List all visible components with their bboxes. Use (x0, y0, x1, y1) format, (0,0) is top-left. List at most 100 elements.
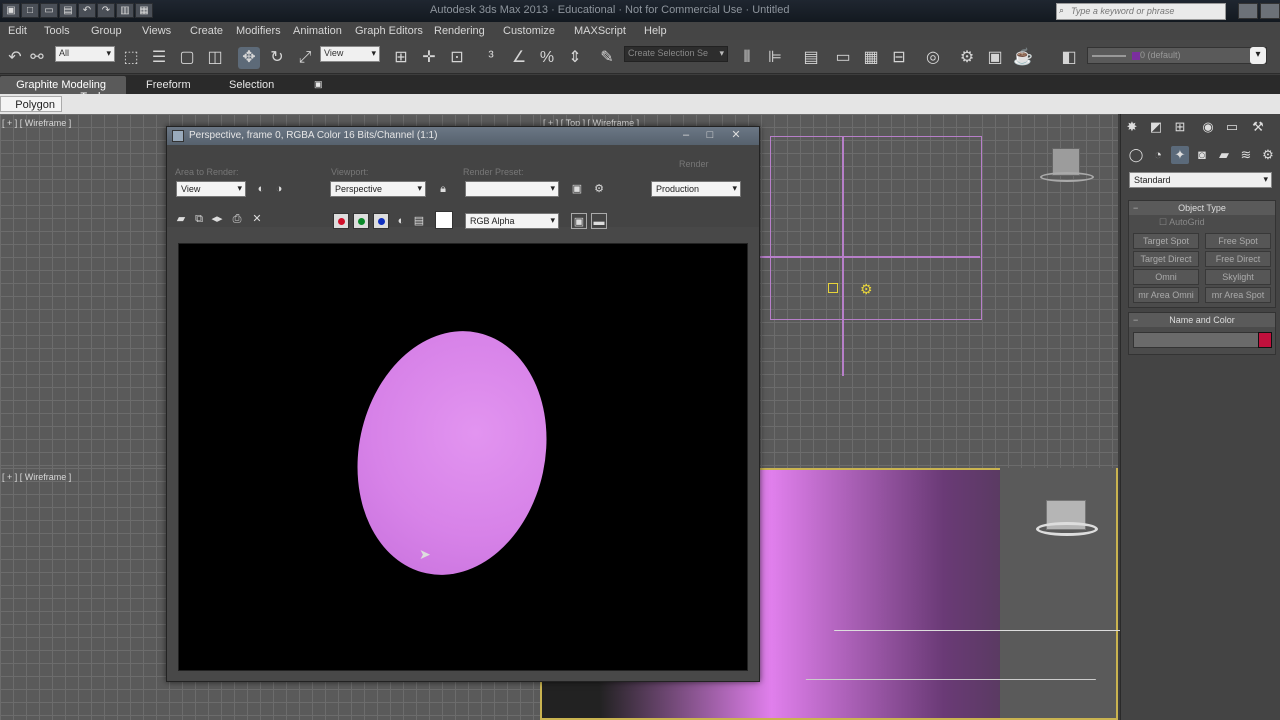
redo-icon[interactable]: ↷ (97, 3, 115, 18)
move-icon[interactable]: ✥ (238, 47, 260, 69)
material-editor-icon[interactable]: ◎ (922, 47, 944, 69)
render-setup-icon[interactable]: ▣ (569, 181, 585, 197)
save-image-icon[interactable]: ▰ (173, 211, 189, 227)
copy-image-icon[interactable]: ⧉ (191, 211, 207, 227)
select-by-name-icon[interactable]: ☰ (148, 47, 170, 69)
light-target-icon[interactable] (828, 283, 838, 293)
edit-named-selection-icon[interactable]: ✎ (596, 47, 618, 69)
create-tab-icon[interactable]: ✸ (1123, 118, 1141, 136)
display-channel-dropdown[interactable]: RGB Alpha (465, 213, 559, 229)
toggle-ui-icon[interactable]: ▬ (591, 213, 607, 229)
tab-selection[interactable]: Selection (223, 76, 280, 94)
reference-coordinate-dropdown[interactable]: View (320, 46, 380, 62)
undo-icon[interactable]: ↶ (4, 47, 26, 69)
help-icon[interactable] (1260, 3, 1280, 19)
ribbon-options-icon[interactable]: ▣ (308, 76, 329, 94)
cameras-icon[interactable]: ◙ (1193, 146, 1211, 164)
window-crossing-icon[interactable]: ◫ (204, 47, 226, 69)
environment-effects-icon[interactable]: ⚙ (591, 181, 607, 197)
lock-viewport-icon[interactable]: 🔒︎ (435, 181, 451, 197)
select-manipulate-icon[interactable]: ✛ (418, 47, 440, 69)
helpers-icon[interactable]: ▰ (1215, 146, 1233, 164)
name-and-color-header[interactable]: Name and Color (1129, 313, 1275, 327)
layer-dropdown-arrow-icon[interactable]: ▾ (1250, 47, 1266, 64)
selection-filter-dropdown[interactable]: All (55, 46, 115, 62)
menu-edit[interactable]: Edit (8, 25, 27, 37)
angle-snap-icon[interactable]: ∠ (508, 47, 530, 69)
search-input[interactable]: ⌕ Type a keyword or phrase (1056, 3, 1226, 20)
area-to-render-dropdown[interactable]: View (176, 181, 246, 197)
undo-icon[interactable]: ↶ (78, 3, 96, 18)
monochrome-icon[interactable]: ◐ (393, 213, 409, 229)
layer-manager-icon[interactable]: ▤ (800, 47, 822, 69)
hierarchy-tab-icon[interactable]: ⊞ (1171, 118, 1189, 136)
app-menu-icon[interactable]: ▣ (2, 3, 20, 18)
perspective-viewcube-ring-icon[interactable] (1036, 522, 1098, 536)
menu-tools[interactable]: Tools (44, 25, 70, 37)
swatch-color-box[interactable] (435, 211, 453, 229)
subtab-polygon-modeling[interactable]: Polygon Modeling (0, 96, 62, 112)
rectangular-selection-icon[interactable]: ▢ (176, 47, 198, 69)
category-dropdown[interactable]: Standard (1129, 172, 1272, 188)
save-icon[interactable]: ▤ (59, 3, 77, 18)
viewport-label-top-left[interactable]: [ + ] [ Wireframe ] (2, 118, 71, 128)
link-icon[interactable]: ⚯ (26, 47, 48, 69)
menu-views[interactable]: Views (142, 25, 171, 37)
free-spot-button[interactable]: Free Spot (1205, 233, 1271, 249)
close-icon[interactable]: ✕ (725, 129, 747, 143)
maximize-icon[interactable]: □ (699, 129, 721, 143)
render-window-titlebar[interactable]: Perspective, frame 0, RGBA Color 16 Bits… (167, 127, 759, 145)
select-object-icon[interactable]: ⬚ (120, 47, 142, 69)
fetch-icon[interactable]: ▦ (135, 3, 153, 18)
rendered-frame-window-icon[interactable]: ▣ (984, 47, 1006, 69)
modify-tab-icon[interactable]: ◩ (1147, 118, 1165, 136)
snaps-toggle-icon[interactable]: ³ (480, 47, 502, 69)
rotate-icon[interactable]: ↻ (266, 47, 288, 69)
curve-editor-icon[interactable]: ▦ (860, 47, 882, 69)
mirror-icon[interactable]: ⫴ (736, 47, 758, 69)
clone-frame-icon[interactable]: ◂▸ (209, 211, 225, 227)
menu-create[interactable]: Create (190, 25, 223, 37)
mr-area-spot-button[interactable]: mr Area Spot (1205, 287, 1271, 303)
tab-graphite-modeling-tools[interactable]: Graphite Modeling Tools (0, 76, 126, 94)
mr-area-omni-button[interactable]: mr Area Omni (1133, 287, 1199, 303)
viewport-label-bottom-left[interactable]: [ + ] [ Wireframe ] (2, 472, 71, 482)
percent-snap-icon[interactable]: % (536, 47, 558, 69)
auto-region-icon[interactable]: ◑ (271, 181, 287, 197)
lights-icon[interactable]: ✦ (1171, 146, 1189, 164)
autogrid-checkbox[interactable]: ☐ AutoGrid (1129, 215, 1275, 231)
render-type-dropdown[interactable]: Production (651, 181, 741, 197)
layer-dropdown[interactable]: 0 (default) (1087, 47, 1267, 64)
green-channel-button[interactable] (353, 213, 369, 229)
menu-maxscript[interactable]: MAXScript (574, 25, 626, 37)
minimize-icon[interactable]: – (675, 129, 697, 143)
shapes-icon[interactable]: ◔ (1149, 146, 1167, 164)
render-preset-dropdown[interactable] (465, 181, 559, 197)
toggle-ui-overlay-icon[interactable]: ▣ (571, 213, 587, 229)
menu-group[interactable]: Group (91, 25, 122, 37)
edit-region-icon[interactable]: ◐ (253, 181, 269, 197)
menu-rendering[interactable]: Rendering (434, 25, 485, 37)
menu-animation[interactable]: Animation (293, 25, 342, 37)
light-gizmo-icon[interactable]: ⚙ (860, 281, 873, 298)
infocenter-icon[interactable] (1238, 3, 1258, 19)
scale-icon[interactable]: ⤢ (294, 47, 316, 69)
viewport-dropdown[interactable]: Perspective (330, 181, 426, 197)
menu-customize[interactable]: Customize (503, 25, 555, 37)
align-icon[interactable]: ⊫ (764, 47, 786, 69)
object-name-field[interactable] (1133, 332, 1272, 348)
skylight-button[interactable]: Skylight (1205, 269, 1271, 285)
clear-icon[interactable]: ✕ (249, 211, 265, 227)
new-file-icon[interactable]: □ (21, 3, 39, 18)
render-setup-icon[interactable]: ⚙ (956, 47, 978, 69)
hold-icon[interactable]: ▥ (116, 3, 134, 18)
motion-tab-icon[interactable]: ◉ (1199, 118, 1217, 136)
display-tab-icon[interactable]: ▭ (1223, 118, 1241, 136)
menu-help[interactable]: Help (644, 25, 667, 37)
print-image-icon[interactable]: ⎙ (229, 211, 245, 227)
free-direct-button[interactable]: Free Direct (1205, 251, 1271, 267)
clear-channel-icon[interactable]: ▤ (411, 213, 427, 229)
geometry-icon[interactable]: ◯ (1127, 146, 1145, 164)
systems-icon[interactable]: ⚙ (1259, 146, 1277, 164)
render-canvas[interactable]: ➤ (178, 243, 748, 671)
